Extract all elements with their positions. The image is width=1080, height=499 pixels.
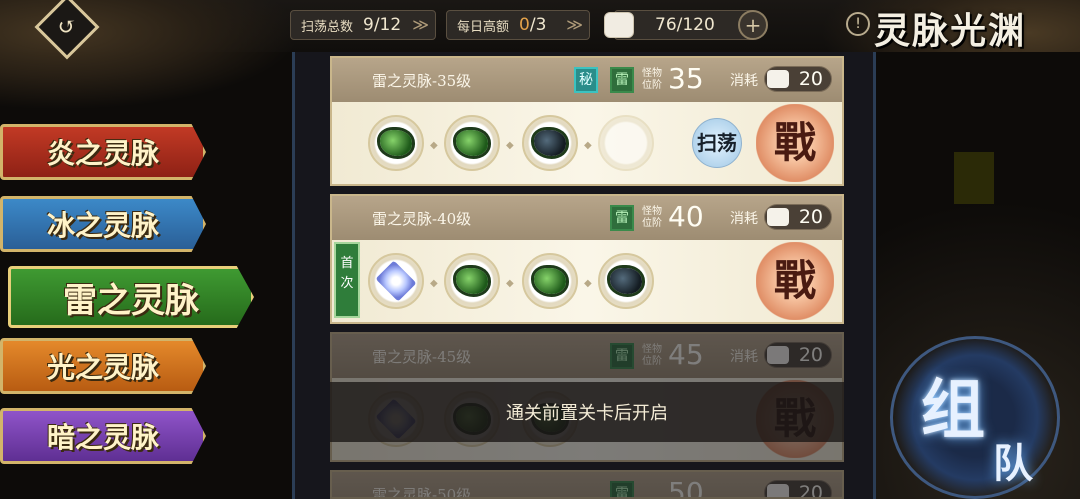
chevron-icon: ≫ [566,15,583,34]
green-crystal-icon [456,130,488,156]
stage-name: 雷之灵脉-50级 [372,486,472,499]
stage-name: 雷之灵脉-40级 [372,210,472,228]
separator-icon: ◆ [506,140,514,151]
secret-tag-icon: 秘 [574,67,598,93]
tab-light-vein[interactable]: 光之灵脉 [0,338,206,394]
decor-panel [954,152,994,204]
cost-label: 消耗 [730,73,758,89]
green-crystal-icon [534,268,566,294]
stage-header: 雷之灵脉-50级 雷 50 20 [332,472,842,499]
stage-rewards: ◆ ◆ ◆ 扫荡 戰 [332,102,842,184]
stamina-icon [767,208,789,226]
monster-rank-value: 35 [668,62,704,95]
cost-badge: 20 [764,342,832,368]
sweep-button[interactable]: 扫荡 [692,118,742,168]
add-stamina-button[interactable]: + [738,10,768,40]
fight-button[interactable]: 戰 [756,242,834,320]
stamina-icon [767,484,789,497]
reward-item[interactable] [522,253,578,309]
stage-name: 雷之灵脉-35级 [372,72,472,90]
reward-item[interactable] [598,253,654,309]
tab-dark-vein[interactable]: 暗之灵脉 [0,408,206,464]
green-crystal-icon [380,130,412,156]
stage-card: 雷之灵脉-35级 秘 雷 怪物位阶 35 消耗 20 ◆ ◆ ◆ 扫荡 戰 [330,56,844,186]
chevron-icon: ≫ [412,15,429,34]
stage-name: 雷之灵脉-45级 [372,348,472,366]
sweep-total-label: 扫荡总数 [301,19,354,35]
stage-header: 雷之灵脉-35级 秘 雷 怪物位阶 35 消耗 20 [332,58,842,102]
reward-item[interactable] [368,115,424,171]
star-crystal-icon [375,260,417,302]
sweep-total-counter: 扫荡总数 9/12 ≫ [290,10,436,40]
dark-crystal-icon [610,268,642,294]
monster-rank-value: 40 [668,200,704,233]
stamina-value: 76/120 [655,15,715,35]
stage-card: 雷之灵脉-40级 雷 怪物位阶 40 消耗 20 首次 ◆ ◆ ◆ 戰 [330,194,844,324]
green-crystal-icon [456,268,488,294]
daily-high-value: 0/3 [519,15,547,35]
monster-rank-value: 50 [668,476,704,499]
stage-header: 雷之灵脉-40级 雷 怪物位阶 40 消耗 20 [332,196,842,240]
monster-rank-label: 怪物位阶 [642,68,662,91]
team-button[interactable]: 组 队 [890,336,1060,499]
reward-item[interactable] [368,253,424,309]
stage-header: 雷之灵脉-45级 雷 怪物位阶 45 消耗 20 [332,334,842,378]
first-clear-flag: 首次 [334,242,360,318]
cost-badge: 20 [764,66,832,92]
separator-icon: ◆ [430,140,438,151]
separator-icon: ◆ [584,140,592,151]
dark-crystal-icon [534,130,566,156]
cost-label: 消耗 [730,211,758,227]
stage-card-locked: 雷之灵脉-50级 雷 50 20 [330,470,844,499]
cost-badge: 20 [764,204,832,230]
page-title: 灵脉光渊 [874,10,1027,52]
team-button-label-2: 队 [993,440,1033,487]
fight-button[interactable]: 戰 [756,104,834,182]
separator-icon: ◆ [584,278,592,289]
stamina-counter: 76/120 [614,10,756,40]
tab-ice-vein[interactable]: 冰之灵脉 [0,196,206,252]
thunder-tag-icon: 雷 [610,67,634,93]
cost-badge: 20 [764,480,832,497]
daily-high-counter: 每日高额 0/3 ≫ [446,10,590,40]
stamina-icon [604,12,634,38]
monster-rank-label: 怪物位阶 [642,344,662,367]
back-arrow-icon: ↺ [57,14,77,40]
separator-icon: ◆ [506,278,514,289]
team-button-label-1: 组 [921,373,985,448]
reward-item[interactable] [522,115,578,171]
stamina-icon [767,70,789,88]
reward-item[interactable] [444,115,500,171]
stage-rewards: 首次 ◆ ◆ ◆ 戰 [332,240,842,322]
reward-slot-empty [598,115,654,171]
thunder-tag-icon: 雷 [610,343,634,369]
monster-rank-value: 45 [668,338,704,371]
tab-fire-vein[interactable]: 炎之灵脉 [0,124,206,180]
info-button[interactable]: ! [846,12,870,36]
monster-rank-label: 怪物位阶 [642,206,662,229]
cost-label: 消耗 [730,349,758,365]
locked-message: 通关前置关卡后开启 [330,382,844,442]
daily-high-label: 每日高额 [457,19,510,35]
tab-thunder-vein[interactable]: 雷之灵脉 [8,266,254,328]
thunder-tag-icon: 雷 [610,481,634,497]
sweep-total-value: 9/12 [363,15,402,35]
reward-item[interactable] [444,253,500,309]
stamina-icon [767,346,789,364]
thunder-tag-icon: 雷 [610,205,634,231]
separator-icon: ◆ [430,278,438,289]
